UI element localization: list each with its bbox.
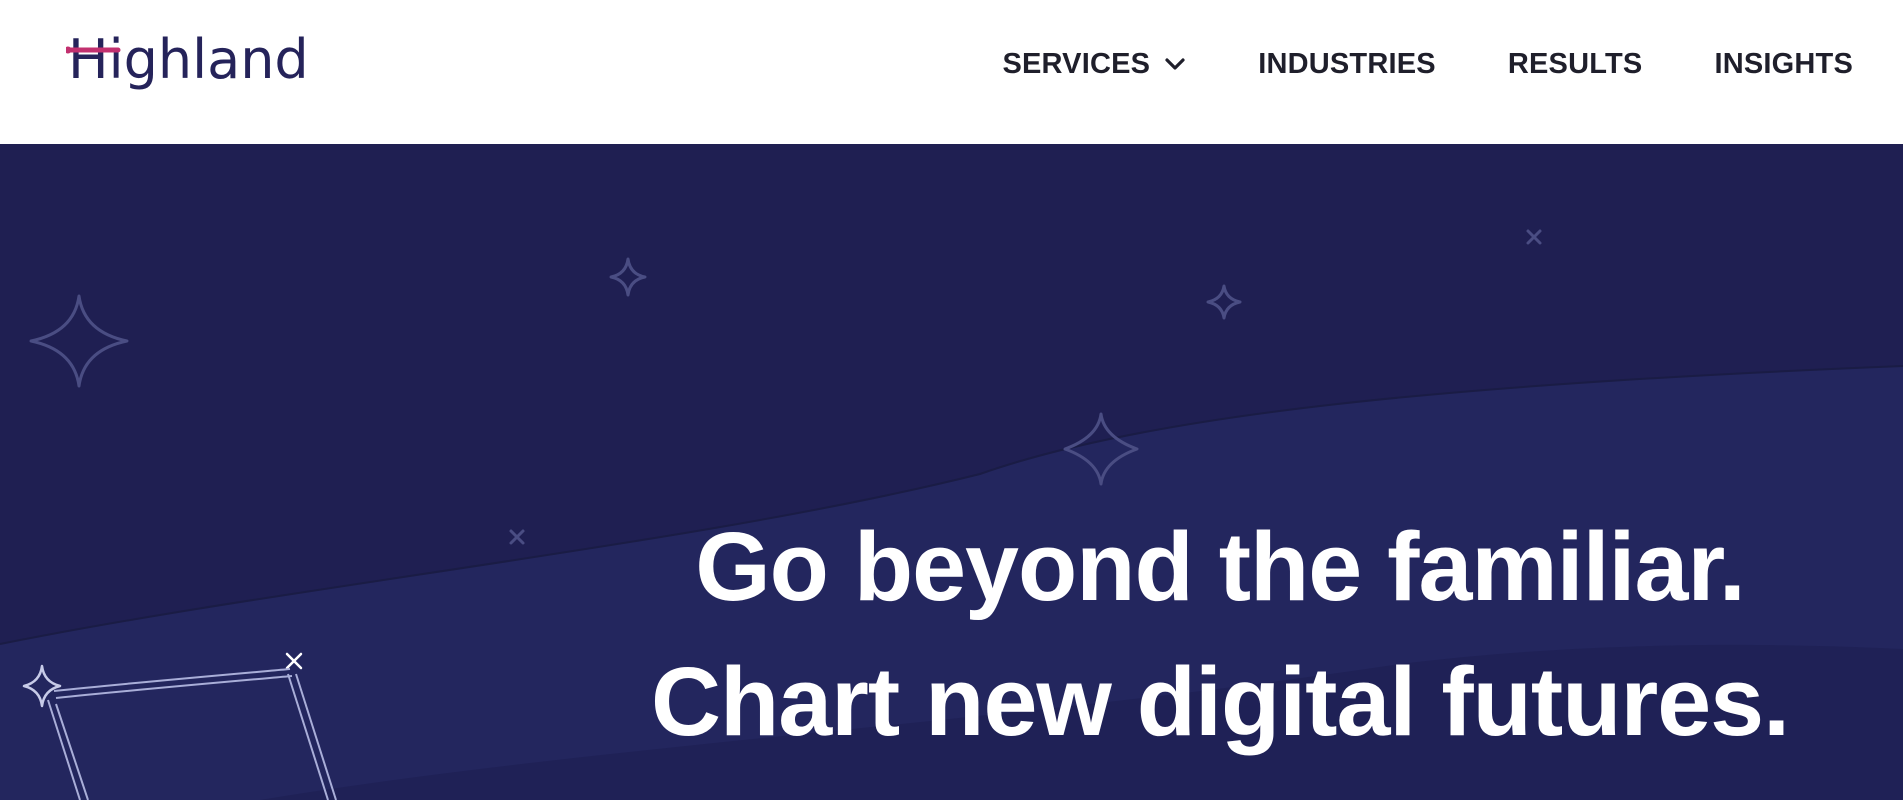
chevron-down-icon[interactable] xyxy=(1164,53,1186,75)
nav-item-label: INDUSTRIES xyxy=(1258,47,1436,80)
logo-text: Highland xyxy=(68,28,309,91)
main-nav: SERVICES INDUSTRIES RESULTS INSIGHTS xyxy=(1002,44,1853,84)
highland-logo[interactable]: Highland xyxy=(66,20,336,100)
site-header: Highland SERVICES INDUSTRIES RESULTS INS… xyxy=(0,0,1903,144)
hero-headline-line1: Go beyond the familiar. xyxy=(695,512,1746,621)
nav-item-insights[interactable]: INSIGHTS xyxy=(1714,48,1853,81)
nav-item-label: RESULTS xyxy=(1507,47,1643,80)
nav-item-services[interactable]: SERVICES xyxy=(1002,48,1186,81)
hero-section: Go beyond the familiar. Chart new digita… xyxy=(0,144,1903,800)
sparkle-icon xyxy=(609,257,647,297)
logo-wordmark: Highland xyxy=(66,28,309,91)
nav-item-label: INSIGHTS xyxy=(1714,47,1853,80)
sparkle-icon xyxy=(1206,284,1242,320)
nav-item-industries[interactable]: INDUSTRIES xyxy=(1258,48,1436,81)
x-mark-icon xyxy=(509,529,525,545)
nav-item-results[interactable]: RESULTS xyxy=(1508,48,1643,81)
nav-item-label: SERVICES xyxy=(1002,47,1151,80)
hero-headline-line2: Chart new digital futures. xyxy=(650,647,1790,756)
x-mark-icon xyxy=(1526,229,1542,245)
sparkle-icon xyxy=(29,294,129,388)
hero-headline: Go beyond the familiar. Chart new digita… xyxy=(560,499,1880,769)
